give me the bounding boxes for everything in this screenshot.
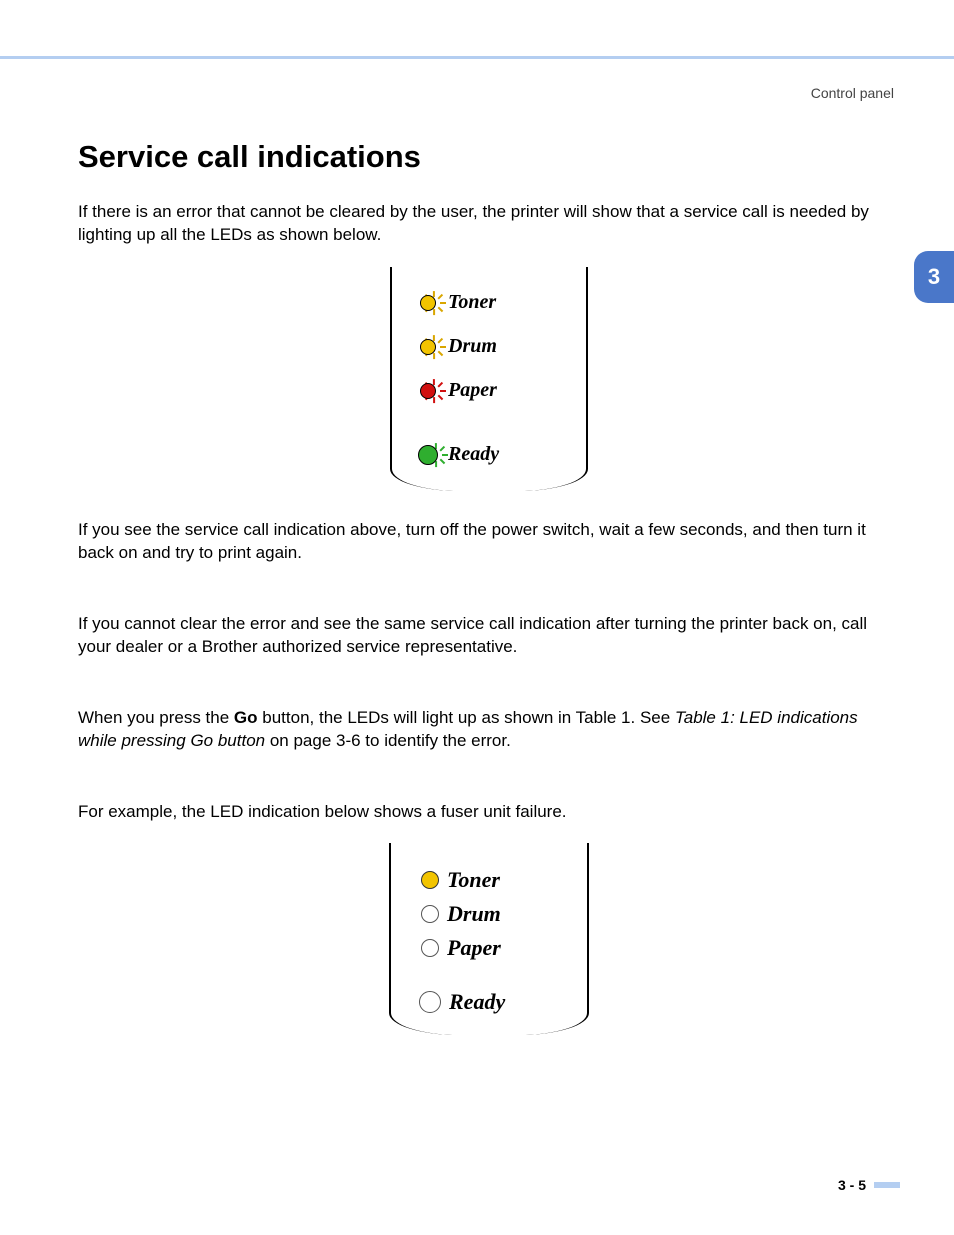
paragraph-2: If you see the service call indication a… [78,519,900,565]
led-panel-service-call: Toner Drum Paper [78,267,900,491]
page-content: Control panel 3 Service call indications… [0,85,954,1035]
toner-led-label-2: Toner [447,867,500,893]
drum-led-off-icon [421,905,439,923]
drum-led-on-icon [410,329,446,365]
p4-b: button, the LEDs will light up as shown … [258,708,675,727]
section-header: Control panel [78,85,900,101]
drum-led-label-2: Drum [447,901,501,927]
ready-led-label: Ready [448,443,499,466]
ready-led-label-2: Ready [449,989,505,1015]
p4-c: on page 3-6 to identify the error. [265,731,511,750]
drum-led-label: Drum [448,335,497,358]
top-rule [0,0,954,59]
paper-led-label: Paper [448,379,497,402]
p4-a: When you press the [78,708,234,727]
toner-led-on-icon [410,285,446,321]
chapter-tab: 3 [914,251,954,303]
paper-led-label-2: Paper [447,935,501,961]
go-button-ref: Go [234,708,258,727]
paper-led-on-icon [410,373,446,409]
page-title: Service call indications [78,139,900,175]
page-footer: 3 - 5 [838,1177,900,1193]
ready-led-off-icon [419,991,441,1013]
toner-led-lit-icon [421,871,439,889]
paper-led-off-icon [421,939,439,957]
toner-led-label: Toner [448,291,496,314]
footer-accent-bar [874,1182,900,1188]
intro-paragraph: If there is an error that cannot be clea… [78,201,900,247]
page-number: 3 - 5 [838,1177,866,1193]
paragraph-4: When you press the Go button, the LEDs w… [78,707,900,753]
paragraph-5: For example, the LED indication below sh… [78,801,900,824]
paragraph-3: If you cannot clear the error and see th… [78,613,900,659]
led-panel-fuser-failure: Toner Drum Paper Ready [78,843,900,1035]
ready-led-on-icon [410,437,446,473]
